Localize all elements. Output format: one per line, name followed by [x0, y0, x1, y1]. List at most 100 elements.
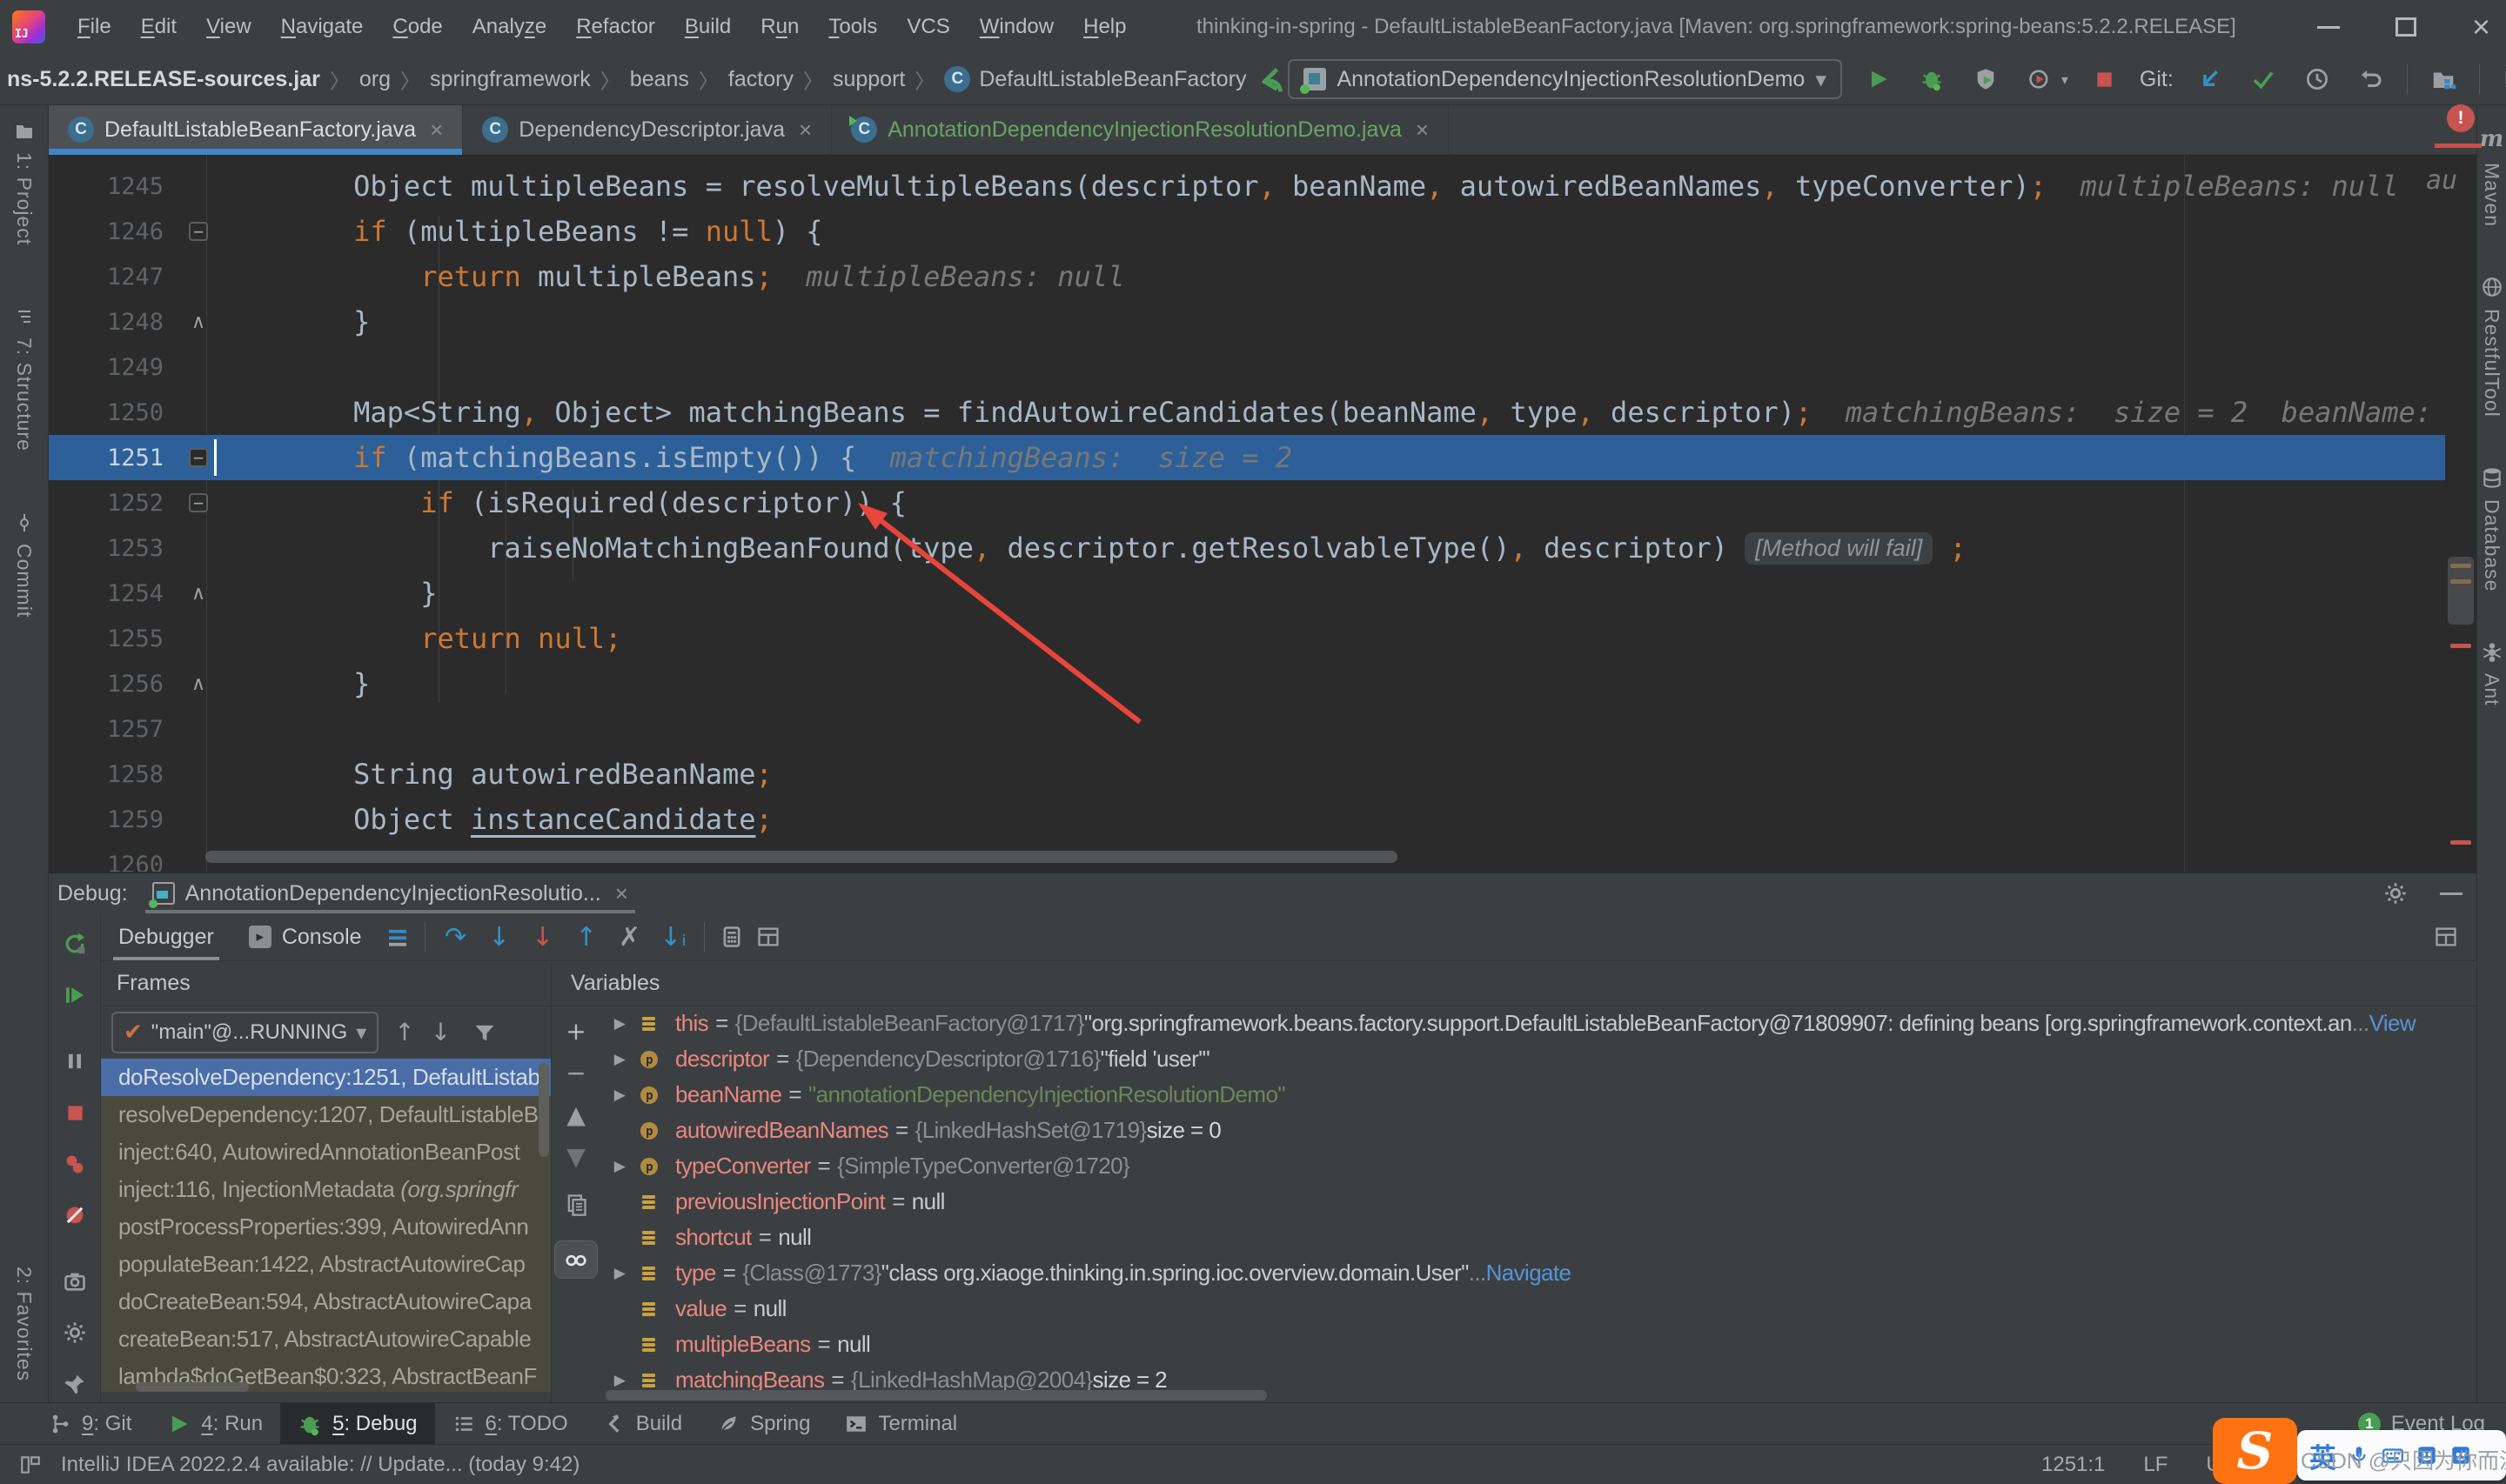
- back-arrow-icon[interactable]: [1251, 61, 1288, 97]
- view-options-button[interactable]: [750, 919, 787, 955]
- toolbar-item--run[interactable]: 4: Run: [149, 1403, 280, 1444]
- sidebar-item-database[interactable]: Database: [2480, 466, 2503, 592]
- fold-collapse-icon[interactable]: −: [189, 447, 208, 468]
- code-line-1258[interactable]: 1258 String autowiredBeanName;: [49, 752, 2445, 797]
- fold-gutter[interactable]: −: [178, 492, 219, 513]
- fold-end-icon[interactable]: ∧: [191, 673, 205, 695]
- frame-row[interactable]: postProcessProperties:399, AutowiredAnn: [101, 1208, 551, 1246]
- drop-frame-button[interactable]: ✗: [608, 922, 652, 953]
- fold-end-icon[interactable]: ∧: [191, 311, 205, 333]
- breadcrumb-item[interactable]: org: [359, 67, 391, 92]
- menu-help[interactable]: Help: [1069, 15, 1141, 39]
- profiler-button[interactable]: [2021, 61, 2058, 97]
- fold-gutter[interactable]: ∧: [178, 673, 219, 695]
- menu-code[interactable]: Code: [378, 15, 457, 39]
- breadcrumb-item[interactable]: beans: [630, 67, 689, 92]
- toolbar-item--debug[interactable]: 5: Debug: [280, 1403, 435, 1444]
- fold-gutter[interactable]: −: [178, 447, 219, 468]
- frame-down-icon[interactable]: ↓: [431, 1018, 451, 1046]
- toolbar-item--git[interactable]: 9: Git: [31, 1403, 149, 1444]
- sidebar-item-maven[interactable]: m Maven: [2480, 126, 2504, 227]
- variable-row-value[interactable]: value = null: [600, 1291, 2476, 1327]
- variables-horizontal-scrollbar[interactable]: [606, 1390, 1267, 1400]
- code-line-1250[interactable]: 1250 Map<String, Object> matchingBeans =…: [49, 390, 2445, 435]
- project-structure-button[interactable]: [2425, 61, 2462, 97]
- breadcrumb-item[interactable]: springframework: [430, 67, 591, 92]
- menu-edit[interactable]: Edit: [126, 15, 191, 39]
- tab-AnnotationDependencyInjectionResolutionDemo.java[interactable]: C AnnotationDependencyInjectionResolution…: [832, 105, 1450, 154]
- rerun-button[interactable]: [57, 926, 93, 962]
- code-line-1257[interactable]: 1257: [49, 706, 2445, 752]
- maximize-icon[interactable]: [2395, 17, 2416, 37]
- breadcrumb-item[interactable]: ns-5.2.2.RELEASE-sources.jar: [7, 67, 320, 92]
- sidebar-item-2-favorites[interactable]: 2: Favorites: [12, 1267, 36, 1381]
- show-watches-button[interactable]: [554, 1240, 598, 1279]
- status-message-area[interactable]: IntelliJ IDEA 2022.2.4 available: // Upd…: [0, 1447, 580, 1483]
- variable-row-descriptor[interactable]: ▶ p descriptor = {DependencyDescriptor@1716}…: [600, 1041, 2476, 1077]
- sidebar-item-ant[interactable]: Ant: [2480, 640, 2503, 706]
- variable-row-matchingBeans[interactable]: ▶ matchingBeans = {LinkedHashMap@2004} size…: [600, 1362, 2476, 1390]
- menu-window[interactable]: Window: [965, 15, 1069, 39]
- frame-row[interactable]: createBean:517, AbstractAutowireCapable: [101, 1320, 551, 1358]
- menu-navigate[interactable]: Navigate: [266, 15, 379, 39]
- code-line-1245[interactable]: 1245 Object multipleBeans = resolveMulti…: [49, 164, 2445, 209]
- variable-row-multipleBeans[interactable]: multipleBeans = null: [600, 1327, 2476, 1362]
- variable-row-typeConverter[interactable]: ▶ p typeConverter = {SimpleTypeConverter@172…: [600, 1148, 2476, 1184]
- variable-row-shortcut[interactable]: shortcut = null: [600, 1220, 2476, 1255]
- frames-horizontal-scrollbar[interactable]: [136, 1382, 249, 1392]
- resume-button[interactable]: [57, 977, 93, 1013]
- code-line-1247[interactable]: 1247 return multipleBeans; multipleBeans…: [49, 254, 2445, 299]
- menu-view[interactable]: View: [191, 15, 266, 39]
- line-ending[interactable]: LF: [2143, 1453, 2168, 1477]
- toolbar-item-terminal[interactable]: Terminal: [828, 1403, 975, 1444]
- force-step-into-button[interactable]: ↓: [521, 922, 565, 953]
- close-icon[interactable]: ×: [2472, 11, 2490, 43]
- expand-icon[interactable]: ▶: [600, 1086, 639, 1104]
- filter-icon[interactable]: [466, 1014, 503, 1051]
- thread-dump-button[interactable]: [57, 1263, 93, 1300]
- close-icon[interactable]: ×: [615, 880, 628, 907]
- sidebar-item-restfultool[interactable]: RestfulTool: [2480, 276, 2503, 418]
- thread-selector[interactable]: ✔ "main"@...RUNNING ▾: [111, 1011, 379, 1053]
- run-configuration-select[interactable]: AnnotationDependencyInjectionResolutionD…: [1288, 59, 1842, 99]
- menu-run[interactable]: Run: [746, 15, 814, 39]
- toolbar-item-build[interactable]: Build: [586, 1403, 700, 1444]
- stop-button[interactable]: [2086, 61, 2122, 97]
- code-line-1255[interactable]: 1255 return null;: [49, 616, 2445, 661]
- frame-row[interactable]: inject:116, InjectionMetadata (org.sprin…: [101, 1171, 551, 1208]
- settings-gear-icon[interactable]: [2377, 875, 2414, 912]
- sidebar-item-7-structure[interactable]: 7: Structure: [12, 306, 36, 451]
- caret-position[interactable]: 1251:1: [2041, 1453, 2105, 1477]
- debugger-settings-button[interactable]: [57, 1314, 93, 1351]
- variable-row-autowiredBeanNames[interactable]: p autowiredBeanNames = {LinkedHashSet@1719}…: [600, 1113, 2476, 1148]
- close-icon[interactable]: ×: [799, 117, 812, 144]
- run-to-cursor-button[interactable]: ↓ᵢ: [652, 922, 695, 953]
- move-watch-down-button[interactable]: ▼: [566, 1145, 586, 1169]
- coverage-button[interactable]: [1967, 61, 2004, 97]
- code-line-1253[interactable]: 1253 raiseNoMatchingBeanFound(type, desc…: [49, 525, 2445, 571]
- git-commit-button[interactable]: [2245, 61, 2282, 97]
- editor-horizontal-scrollbar[interactable]: [205, 851, 1397, 863]
- variable-row-beanName[interactable]: ▶ p beanName = "annotationDependencyInjectio…: [600, 1077, 2476, 1113]
- close-icon[interactable]: ×: [430, 117, 443, 144]
- fold-gutter[interactable]: ∧: [178, 583, 219, 605]
- sidebar-item-1-project[interactable]: 1: Project: [12, 121, 36, 245]
- frame-row[interactable]: populateBean:1422, AbstractAutowireCap: [101, 1246, 551, 1283]
- add-watch-button[interactable]: +: [566, 1019, 586, 1044]
- expand-icon[interactable]: ▶: [600, 1051, 639, 1068]
- fold-collapse-icon[interactable]: −: [189, 221, 208, 242]
- variable-link[interactable]: Navigate: [1486, 1260, 1571, 1287]
- frame-up-icon[interactable]: ↑: [394, 1018, 414, 1046]
- stop-button[interactable]: [57, 1094, 93, 1131]
- evaluate-expression-button[interactable]: [714, 919, 750, 955]
- step-into-button[interactable]: ↓: [478, 922, 521, 953]
- run-button[interactable]: [1859, 61, 1896, 97]
- debug-button[interactable]: [1913, 61, 1950, 97]
- run-anything-button[interactable]: [2497, 61, 2506, 97]
- tab-console[interactable]: ▸ Console: [231, 913, 379, 960]
- expand-icon[interactable]: ▶: [600, 1372, 639, 1389]
- tab-DefaultListableBeanFactory.java[interactable]: C DefaultListableBeanFactory.java ×: [49, 105, 464, 155]
- step-over-button[interactable]: ↷: [434, 922, 478, 953]
- tab-debugger[interactable]: Debugger: [101, 913, 231, 960]
- tab-DependencyDescriptor.java[interactable]: C DependencyDescriptor.java ×: [463, 105, 833, 154]
